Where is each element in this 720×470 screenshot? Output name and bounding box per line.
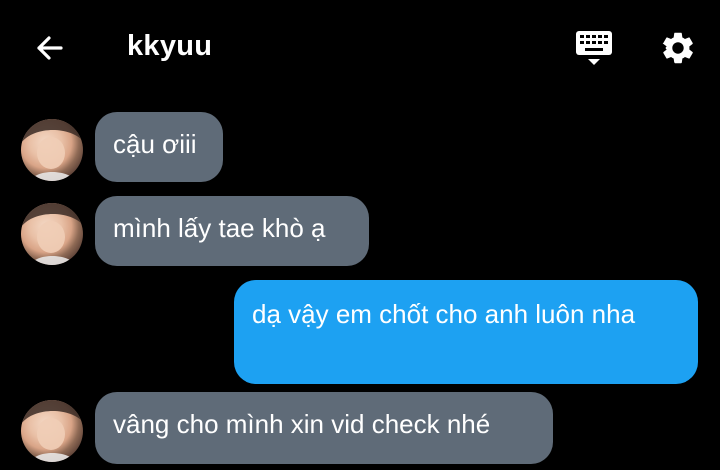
message-text: cậu ơiii [113,129,197,159]
arrow-left-icon [34,33,64,68]
incoming-message-bubble[interactable]: cậu ơiii [95,112,223,182]
avatar[interactable] [21,119,83,181]
message-text: dạ vậy em chốt cho anh luôn nha [252,299,636,329]
keyboard-button[interactable] [572,30,616,70]
back-button[interactable] [28,30,70,70]
incoming-message-bubble[interactable]: vâng cho mình xin vid check nhé [95,392,553,464]
incoming-message-bubble[interactable]: mình lấy tae khò ạ [95,196,369,266]
chat-header: kkyuu [0,0,720,98]
keyboard-icon [574,29,614,72]
message-text: vâng cho mình xin vid check nhé [113,409,491,439]
settings-button[interactable] [656,28,700,72]
conversation-title: kkyuu [127,30,213,62]
avatar[interactable] [21,400,83,462]
message-row: vâng cho mình xin vid check nhé [0,392,720,470]
message-row: mình lấy tae khò ạ [0,196,720,266]
avatar[interactable] [21,203,83,265]
message-text: mình lấy tae khò ạ [113,213,326,243]
outgoing-message-bubble[interactable]: dạ vậy em chốt cho anh luôn nha [234,280,698,384]
message-row: cậu ơiii [0,112,720,182]
gear-icon [659,29,697,72]
